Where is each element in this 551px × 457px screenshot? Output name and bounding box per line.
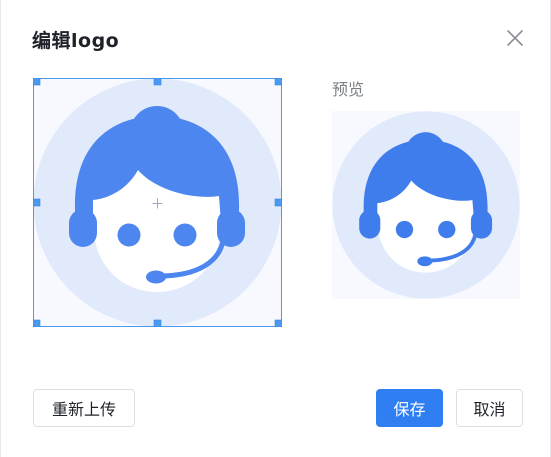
resize-handle-left[interactable]: [33, 198, 41, 207]
resize-handle-bottom-right[interactable]: [274, 319, 282, 327]
crop-area[interactable]: [33, 78, 282, 327]
edit-logo-dialog: 编辑logo 预览 重新上传 保存 取消: [0, 0, 551, 457]
close-icon[interactable]: [504, 27, 526, 49]
reupload-button[interactable]: 重新上传: [33, 389, 135, 427]
dialog-title: 编辑logo: [32, 30, 120, 52]
resize-handle-top-left[interactable]: [33, 78, 41, 86]
resize-handle-top[interactable]: [153, 78, 162, 86]
resize-handle-bottom-left[interactable]: [33, 319, 41, 327]
preview-label: 预览: [332, 80, 365, 99]
resize-handle-top-right[interactable]: [274, 78, 282, 86]
resize-handle-right[interactable]: [274, 198, 282, 207]
save-button[interactable]: 保存: [376, 389, 443, 427]
cancel-button[interactable]: 取消: [456, 389, 523, 427]
preview-image: [332, 111, 520, 299]
resize-handle-bottom[interactable]: [153, 319, 162, 327]
customer-service-avatar-icon: [332, 111, 520, 299]
